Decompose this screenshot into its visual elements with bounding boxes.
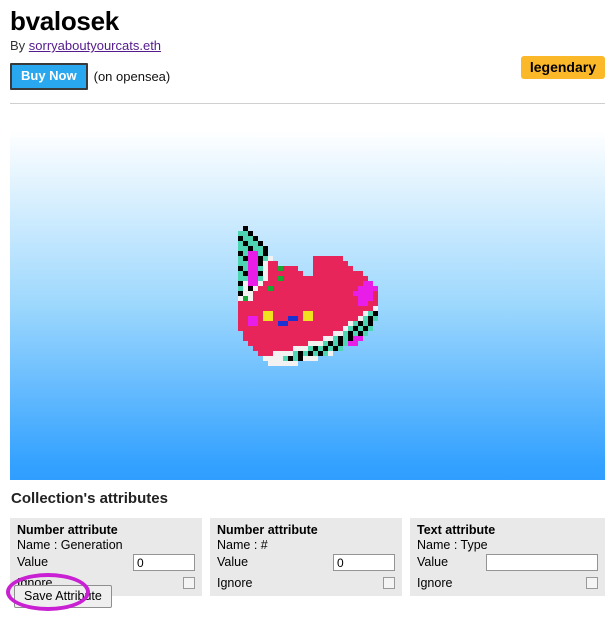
attribute-name-label: Name : Generation: [17, 538, 123, 552]
attribute-value-label: Value: [417, 555, 449, 569]
attribute-name-label: Name : #: [217, 538, 268, 552]
attribute-ignore-field: Ignore: [217, 576, 395, 590]
byline: By sorryaboutyourcats.eth: [10, 38, 605, 54]
marketplace-note: (on opensea): [93, 69, 171, 84]
attribute-value-field: Value: [417, 553, 598, 572]
attribute-type-label: Number attribute: [217, 523, 318, 537]
attribute-value-input[interactable]: [133, 554, 195, 571]
buy-row: Buy Now (on opensea): [10, 63, 605, 90]
rarity-badge: legendary: [520, 56, 605, 79]
save-attribute-button[interactable]: Save Attribute: [14, 585, 112, 608]
attribute-card: Text attribute Name : Type Value Ignore: [410, 518, 605, 596]
attribute-ignore-checkbox[interactable]: [383, 577, 395, 589]
page-title: bvalosek: [10, 6, 119, 36]
attributes-heading: Collection's attributes: [11, 490, 168, 507]
header-divider: [10, 103, 605, 104]
attribute-ignore-label: Ignore: [417, 575, 453, 590]
attribute-name-label: Name : Type: [417, 538, 488, 552]
attribute-value-label: Value: [217, 555, 249, 569]
pixel-cat-artwork: [228, 221, 388, 371]
buy-now-button[interactable]: Buy Now: [10, 63, 88, 90]
attribute-value-field: Value: [217, 553, 395, 572]
attribute-value-input[interactable]: [486, 554, 598, 571]
attribute-ignore-checkbox[interactable]: [586, 577, 598, 589]
attribute-ignore-field: Ignore: [417, 576, 598, 590]
attribute-card: Number attribute Name : # Value Ignore: [210, 518, 402, 596]
attribute-ignore-checkbox[interactable]: [183, 577, 195, 589]
attribute-type-label: Text attribute: [417, 523, 496, 537]
attribute-value-field: Value: [17, 553, 195, 572]
attribute-value-label: Value: [17, 555, 49, 569]
pixel-cat-grid: [228, 221, 388, 371]
attribute-value-input[interactable]: [333, 554, 395, 571]
attribute-ignore-label: Ignore: [217, 575, 253, 590]
author-link[interactable]: sorryaboutyourcats.eth: [29, 38, 161, 53]
attribute-type-label: Number attribute: [17, 523, 118, 537]
artwork-panel: [10, 112, 605, 480]
page-header: bvalosek By sorryaboutyourcats.eth Buy N…: [0, 0, 615, 104]
byline-prefix: By: [10, 38, 26, 53]
